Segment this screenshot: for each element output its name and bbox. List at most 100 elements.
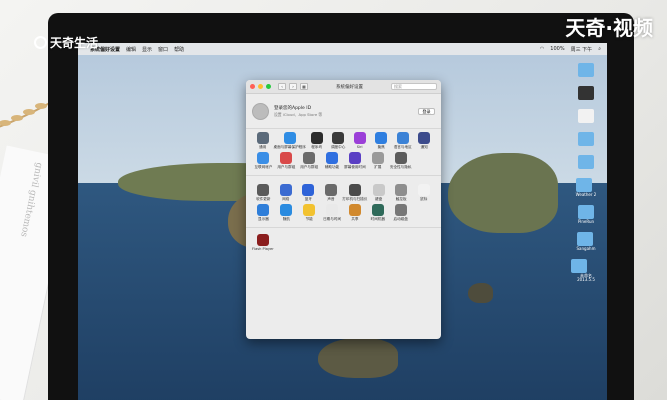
desktop-icon-label: 未命名 2013.5.5: [577, 273, 595, 282]
desktop-icon[interactable]: [578, 86, 594, 101]
wifi-icon[interactable]: ◠: [540, 46, 544, 53]
pref-icon: [302, 184, 315, 196]
pref-icon: [394, 152, 407, 164]
pref-icon: [371, 152, 384, 164]
pref-item[interactable]: 程序坞: [306, 132, 328, 149]
pref-item[interactable]: 随航: [275, 204, 298, 221]
avatar[interactable]: [252, 102, 269, 120]
menu-item[interactable]: 显示: [142, 46, 152, 53]
pref-icon: [257, 152, 270, 164]
folder-icon: [575, 178, 592, 192]
pref-item[interactable]: 调度中心: [327, 132, 349, 149]
desktop-icon[interactable]: PineRun: [577, 205, 594, 224]
pref-label: 屏幕使用时间: [344, 165, 366, 169]
minimize-button[interactable]: [258, 84, 263, 89]
apple-id-banner: 登录您的Apple ID 设置 iCloud、App Store 等 登录: [246, 94, 441, 129]
pref-item[interactable]: 声音: [320, 184, 343, 201]
pref-item[interactable]: 辅助功能: [321, 152, 344, 169]
pref-item[interactable]: 时间机器: [366, 204, 389, 221]
pref-item[interactable]: 用户与群组: [298, 152, 321, 169]
desktop-icon[interactable]: [578, 63, 594, 78]
menu-item[interactable]: 窗口: [158, 46, 168, 53]
pref-flash-player[interactable]: Flash Player: [252, 234, 274, 251]
pref-label: 共享: [351, 217, 359, 221]
desktop-icon[interactable]: [578, 132, 594, 147]
pref-label: 时间机器: [370, 217, 385, 221]
pref-item[interactable]: 软件更新: [252, 184, 275, 201]
pref-icon: [257, 184, 270, 196]
pref-item[interactable]: 安全性与隐私: [389, 152, 412, 169]
pref-icon: [418, 132, 431, 144]
pref-item[interactable]: 蓝牙: [297, 184, 320, 201]
pref-item[interactable]: Siri: [349, 132, 371, 149]
pref-item[interactable]: 网络: [275, 184, 298, 201]
pref-item[interactable]: 启动磁盘: [389, 204, 412, 221]
pref-item[interactable]: 语言与地区: [392, 132, 414, 149]
pref-label: 显示器: [258, 217, 269, 221]
pref-label: 打印机与扫描仪: [342, 197, 368, 201]
pref-icon: [324, 184, 337, 196]
pref-item[interactable]: 打印机与扫描仪: [342, 184, 367, 201]
pref-item[interactable]: 聚焦: [370, 132, 392, 149]
wallpaper-island: [468, 283, 493, 303]
pref-item[interactable]: 鼠标: [412, 184, 435, 201]
pref-icon: [280, 204, 293, 216]
forward-button[interactable]: ›: [289, 83, 297, 90]
photo-scene: gnivil gnihtemos 系统偏好设置 编辑 显示 窗口 帮助 ◠ 10…: [0, 0, 667, 400]
pref-item[interactable]: 显示器: [252, 204, 275, 221]
pref-label: 用户与群组: [277, 165, 296, 169]
pref-label: 语言与地区: [393, 145, 412, 149]
pref-label: 桌面与屏幕保护程序: [273, 145, 306, 149]
pref-label: 软件更新: [256, 197, 271, 201]
pref-icon: [372, 184, 385, 196]
grid-view-button[interactable]: ▦: [300, 83, 308, 90]
pref-label: 用户与群组: [300, 165, 319, 169]
search-field[interactable]: 搜索: [391, 83, 437, 90]
desktop-icon[interactable]: Sangahm: [576, 232, 596, 251]
pref-row-1: 通用 桌面与屏幕保护程序 程序坞 调度中心 Siri 聚焦 语言与地区 通知: [246, 129, 441, 149]
desktop-icon[interactable]: [578, 155, 594, 170]
zoom-button[interactable]: [266, 84, 271, 89]
pref-item[interactable]: 触控板: [390, 184, 413, 201]
apple-id-text: 登录您的Apple ID 设置 iCloud、App Store 等: [274, 105, 413, 118]
desktop-icon-label: Sangahm: [576, 246, 596, 251]
pref-item[interactable]: 节能: [298, 204, 321, 221]
pref-item[interactable]: 日期与时间: [321, 204, 344, 221]
pref-item[interactable]: 通知: [413, 132, 435, 149]
login-button[interactable]: 登录: [418, 107, 435, 115]
pref-item[interactable]: 屏幕使用时间: [344, 152, 367, 169]
pref-item[interactable]: 通用: [252, 132, 274, 149]
pref-icon: [326, 152, 339, 164]
pref-label: 鼠标: [420, 197, 428, 201]
third-party-prefs: Flash Player: [246, 228, 441, 257]
menu-item[interactable]: 编辑: [126, 46, 136, 53]
pref-item[interactable]: 扩展: [366, 152, 389, 169]
menu-bar: 系统偏好设置 编辑 显示 窗口 帮助 ◠ 100% 周三 下午 ⌕: [78, 43, 607, 55]
desktop-icon[interactable]: [578, 109, 594, 124]
close-button[interactable]: [250, 84, 255, 89]
window-titlebar: ‹ › ▦ 系统偏好设置 搜索: [246, 80, 441, 94]
flash-player-icon: [256, 234, 269, 246]
pref-item[interactable]: 用户与群组: [275, 152, 298, 169]
back-button[interactable]: ‹: [278, 83, 286, 90]
folder-icon: [576, 232, 593, 246]
pref-label: 日期与时间: [323, 217, 342, 221]
desktop-icon[interactable]: Weather 2: [575, 178, 596, 197]
pref-icon: [395, 184, 408, 196]
pref-label: 启动磁盘: [393, 217, 408, 221]
menu-item[interactable]: 帮助: [174, 46, 184, 53]
pref-item[interactable]: 桌面与屏幕保护程序: [274, 132, 306, 149]
battery-status[interactable]: 100%: [550, 46, 564, 53]
pref-icon: [353, 132, 366, 144]
pref-item[interactable]: 键盘: [367, 184, 390, 201]
tianqi-logo: 天奇生活: [34, 34, 98, 51]
desktop-icon[interactable]: 未命名 2013.5.5: [571, 259, 601, 282]
pref-label: 调度中心: [330, 145, 346, 149]
clock[interactable]: 周三 下午: [571, 46, 593, 53]
pref-icon: [332, 132, 345, 144]
pref-icon: [280, 152, 293, 164]
search-icon[interactable]: ⌕: [598, 46, 601, 53]
pref-item[interactable]: 共享: [344, 204, 367, 221]
wallpaper-island: [448, 153, 558, 233]
pref-item[interactable]: 互联网帐户: [252, 152, 275, 169]
